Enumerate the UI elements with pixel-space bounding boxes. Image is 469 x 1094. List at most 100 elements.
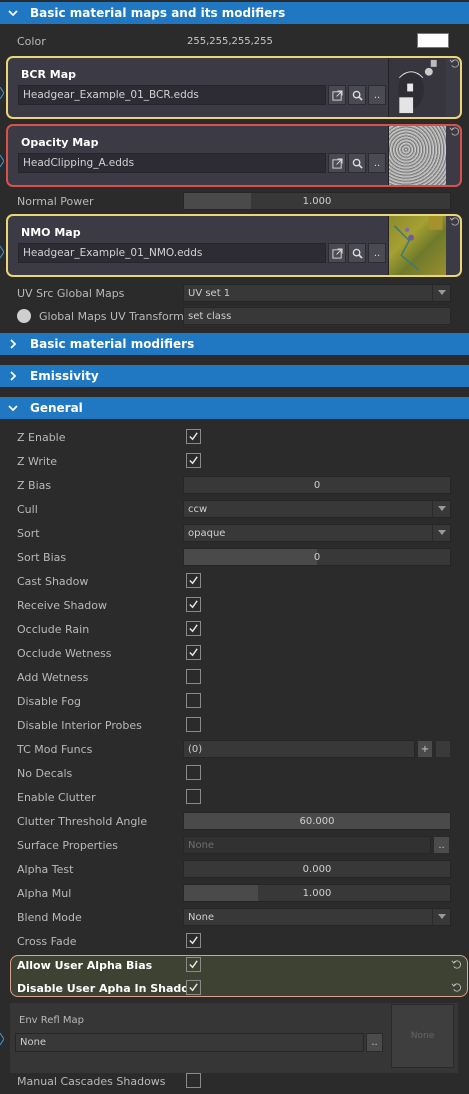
normal-power-row: Normal Power 1.000 — [0, 189, 469, 213]
disable-fog-checkbox[interactable] — [186, 693, 201, 708]
clutter-threshold-slider[interactable]: 60.000 — [183, 812, 451, 830]
tc-mod-funcs-field[interactable]: (0) — [183, 740, 415, 758]
env-refl-map-label: Env Refl Map — [19, 1015, 84, 1026]
section-title: Basic material maps and its modifiers — [30, 6, 286, 20]
chevron-down-icon — [432, 285, 450, 301]
browse-search-button[interactable] — [348, 243, 366, 263]
alpha-test-input[interactable]: 0.000 — [183, 860, 451, 878]
more-button[interactable]: .. — [368, 243, 386, 263]
occlude-rain-checkbox[interactable] — [186, 621, 201, 636]
section-basic-modifiers[interactable]: Basic material modifiers — [0, 333, 469, 355]
uv-src-label: UV Src Global Maps — [17, 286, 125, 300]
disable-interior-probes-checkbox[interactable] — [186, 717, 201, 732]
surface-properties-field[interactable]: None — [183, 836, 431, 854]
add-button[interactable]: + — [417, 740, 433, 758]
more-button[interactable]: .. — [368, 85, 386, 105]
cross-fade-checkbox[interactable] — [186, 933, 201, 948]
bcr-map-path-input[interactable]: Headgear_Example_01_BCR.edds — [18, 85, 326, 105]
opacity-texture-thumbnail[interactable] — [388, 126, 446, 185]
z-bias-input[interactable]: 0 — [183, 476, 451, 494]
surface-properties-more-button[interactable]: .. — [433, 836, 450, 854]
open-external-icon — [331, 89, 343, 101]
reset-icon[interactable] — [449, 58, 461, 70]
allow-user-alpha-bias-label: Allow User Alpha Bias — [17, 958, 153, 972]
cast-shadow-checkbox[interactable] — [186, 573, 201, 588]
allow-user-alpha-bias-checkbox[interactable] — [186, 957, 201, 972]
z-enable-checkbox[interactable] — [186, 429, 201, 444]
reset-icon[interactable] — [449, 126, 461, 138]
circle-toggle-icon[interactable] — [17, 309, 31, 323]
blend-mode-dropdown[interactable]: None — [183, 908, 451, 926]
browse-search-button[interactable] — [348, 153, 366, 173]
remove-button[interactable] — [435, 740, 451, 758]
search-icon — [352, 248, 363, 259]
sort-bias-row: Sort Bias 0 — [0, 545, 469, 569]
cull-row: Cull ccw — [0, 497, 469, 521]
alpha-mul-fill — [184, 885, 259, 901]
alpha-test-label: Alpha Test — [17, 862, 74, 876]
cull-dropdown[interactable]: ccw — [183, 500, 451, 518]
uv-src-dropdown[interactable]: UV set 1 — [183, 284, 451, 302]
receive-shadow-label: Receive Shadow — [17, 598, 107, 612]
cull-value: ccw — [188, 503, 208, 515]
browse-search-button[interactable] — [348, 85, 366, 105]
alpha-test-row: Alpha Test 0.000 — [0, 857, 469, 881]
reset-icon[interactable] — [451, 982, 463, 994]
nmo-texture-thumbnail[interactable] — [388, 216, 446, 275]
disable-user-alpha-shadow-checkbox[interactable] — [186, 980, 201, 995]
add-wetness-row: Add Wetness — [0, 665, 469, 689]
reset-icon[interactable] — [449, 216, 461, 228]
env-refl-map-thumbnail[interactable]: None — [391, 1004, 454, 1068]
normal-power-value: 1.000 — [302, 195, 332, 207]
add-wetness-checkbox[interactable] — [186, 669, 201, 684]
blend-mode-value: None — [188, 911, 215, 923]
occlude-rain-row: Occlude Rain — [0, 617, 469, 641]
z-bias-label: Z Bias — [17, 478, 52, 492]
no-decals-checkbox[interactable] — [186, 765, 201, 780]
color-swatch[interactable] — [417, 33, 449, 48]
sort-bias-label: Sort Bias — [17, 550, 67, 564]
manual-cascades-label: Manual Cascades Shadows — [17, 1074, 166, 1088]
expand-marker-icon — [0, 86, 5, 100]
normal-power-slider[interactable]: 1.000 — [183, 192, 451, 210]
more-button[interactable]: .. — [368, 153, 386, 173]
no-decals-row: No Decals — [0, 761, 469, 785]
manual-cascades-checkbox[interactable] — [186, 1073, 201, 1088]
reset-icon[interactable] — [451, 959, 463, 971]
disable-interior-probes-label: Disable Interior Probes — [17, 718, 142, 732]
sort-dropdown[interactable]: opaque — [183, 524, 451, 542]
tc-mod-funcs-label: TC Mod Funcs — [17, 742, 93, 756]
occlude-wetness-label: Occlude Wetness — [17, 646, 112, 660]
sort-label: Sort — [17, 526, 40, 540]
env-refl-map-input[interactable]: None — [15, 1033, 364, 1052]
section-emissivity[interactable]: Emissivity — [0, 365, 469, 387]
normal-power-label: Normal Power — [17, 194, 94, 208]
sort-bias-slider[interactable]: 0 — [183, 548, 451, 566]
z-write-checkbox[interactable] — [186, 453, 201, 468]
env-refl-map-more-button[interactable]: .. — [366, 1033, 383, 1052]
occlude-wetness-checkbox[interactable] — [186, 645, 201, 660]
chevron-down-icon — [432, 909, 450, 925]
alpha-mul-label: Alpha Mul — [17, 886, 72, 900]
receive-shadow-checkbox[interactable] — [186, 597, 201, 612]
surface-properties-label: Surface Properties — [17, 838, 118, 852]
nmo-map-title: NMO Map — [21, 226, 81, 239]
open-external-button[interactable] — [328, 153, 346, 173]
alpha-mul-slider[interactable]: 1.000 — [183, 884, 451, 902]
opacity-map-path-input[interactable]: HeadClipping_A.edds — [18, 153, 326, 173]
section-basic-maps[interactable]: Basic material maps and its modifiers — [0, 2, 469, 24]
sort-bias-value: 0 — [313, 551, 321, 563]
cast-shadow-label: Cast Shadow — [17, 574, 89, 588]
nmo-map-path-input[interactable]: Headgear_Example_01_NMO.edds — [18, 243, 326, 263]
chevron-right-icon — [6, 337, 20, 351]
enable-clutter-label: Enable Clutter — [17, 790, 96, 804]
global-uv-input[interactable]: set class — [183, 307, 451, 325]
clutter-threshold-value: 60.000 — [299, 815, 335, 827]
section-general[interactable]: General — [0, 397, 469, 419]
z-write-row: Z Write — [0, 449, 469, 473]
open-external-button[interactable] — [328, 85, 346, 105]
open-external-button[interactable] — [328, 243, 346, 263]
bcr-texture-thumbnail[interactable] — [388, 58, 446, 117]
expand-marker-icon — [0, 1032, 5, 1046]
enable-clutter-checkbox[interactable] — [186, 789, 201, 804]
